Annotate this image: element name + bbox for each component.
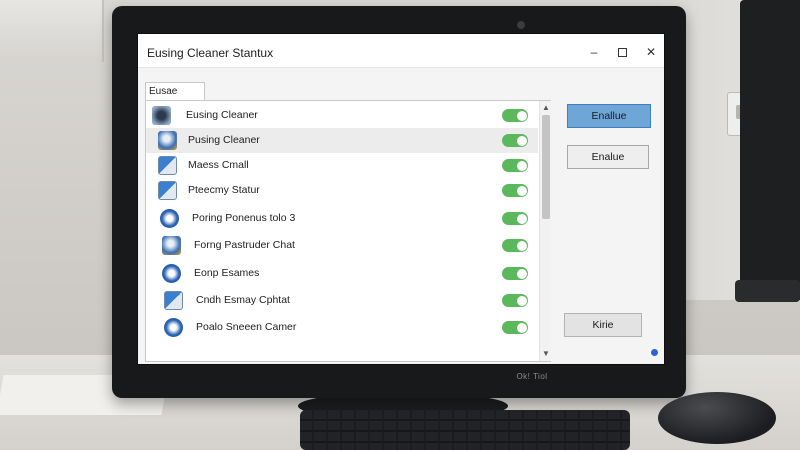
list-item-label: Pusing Cleaner: [188, 134, 260, 146]
list-item-label: Poalo Sneeen Camer: [196, 321, 297, 333]
window-title: Eusing Cleaner Stantux: [147, 46, 274, 60]
enable-toggle[interactable]: [502, 321, 528, 334]
enable-secondary-button[interactable]: Enalue: [567, 145, 649, 169]
list-item[interactable]: Eusing Cleaner: [146, 103, 538, 128]
list-item[interactable]: Poalo Sneeen Camer: [146, 315, 538, 340]
enable-toggle[interactable]: [502, 134, 528, 147]
second-monitor-stand: [735, 280, 800, 302]
window-icon: [158, 181, 177, 200]
browser-icon: [164, 318, 183, 337]
monitor-brand-label: Ok! Tiol: [516, 372, 548, 381]
list-item-label: Cndh Esmay Cphtat: [196, 294, 290, 306]
enable-toggle[interactable]: [502, 184, 528, 197]
list-item-label: Eonp Esames: [194, 267, 260, 279]
vertical-scrollbar[interactable]: ▲ ▼: [539, 101, 551, 361]
enable-toggle[interactable]: [502, 294, 528, 307]
list-item[interactable]: Cndh Esmay Cphtat: [146, 288, 538, 313]
bottom-action-button[interactable]: Kirie: [564, 313, 642, 337]
enable-toggle[interactable]: [502, 212, 528, 225]
list-item[interactable]: Poring Ponenus tolo 3: [146, 206, 538, 231]
list-item[interactable]: Pteecmy Statur: [146, 178, 538, 203]
second-monitor: [740, 0, 800, 300]
enable-primary-button[interactable]: Enallue: [567, 104, 651, 128]
browser-icon: [160, 209, 179, 228]
enable-toggle[interactable]: [502, 109, 528, 122]
list-item-label: Poring Ponenus tolo 3: [192, 212, 296, 224]
scroll-down-icon[interactable]: ▼: [540, 348, 552, 360]
mouse: [658, 392, 776, 444]
window-icon: [164, 291, 183, 310]
minimize-button[interactable]: –: [586, 44, 602, 60]
list-item[interactable]: Eonp Esames: [146, 261, 538, 286]
app-window: Eusing Cleaner Stantux – ✕ Eusae Cude Eu…: [137, 33, 665, 365]
keyboard: [300, 410, 630, 450]
enable-toggle[interactable]: [502, 239, 528, 252]
webcam-icon: [517, 21, 525, 29]
list-item-label: Forng Pastruder Chat: [194, 239, 295, 251]
list-item[interactable]: Forng Pastruder Chat: [146, 233, 538, 258]
maximize-button[interactable]: [614, 44, 630, 60]
list-item-label: Eusing Cleaner: [186, 109, 258, 121]
title-bar: Eusing Cleaner Stantux – ✕: [138, 34, 664, 68]
scroll-thumb[interactable]: [542, 115, 550, 219]
list-item-label: Pteecmy Statur: [188, 184, 260, 196]
power-led-icon: [651, 349, 658, 356]
wall-shelf: [0, 0, 104, 62]
browser-icon: [162, 264, 181, 283]
globe-icon: [158, 131, 177, 150]
items-panel: Eusing Cleaner Pusing Cleaner Maess Cmall P…: [145, 100, 551, 362]
items-list: Eusing Cleaner Pusing Cleaner Maess Cmall P…: [146, 101, 538, 361]
close-button[interactable]: ✕: [643, 44, 659, 60]
list-item-label: Maess Cmall: [188, 159, 249, 171]
list-item[interactable]: Pusing Cleaner: [146, 128, 538, 153]
list-item[interactable]: Maess Cmall: [146, 153, 538, 178]
enable-toggle[interactable]: [502, 267, 528, 280]
maximize-icon: [617, 48, 627, 58]
cleaner-icon: [152, 106, 171, 125]
enable-toggle[interactable]: [502, 159, 528, 172]
scroll-up-icon[interactable]: ▲: [540, 102, 552, 114]
globe-icon: [162, 236, 181, 255]
tab-main[interactable]: Eusae Cude: [145, 82, 205, 114]
window-icon: [158, 156, 177, 175]
